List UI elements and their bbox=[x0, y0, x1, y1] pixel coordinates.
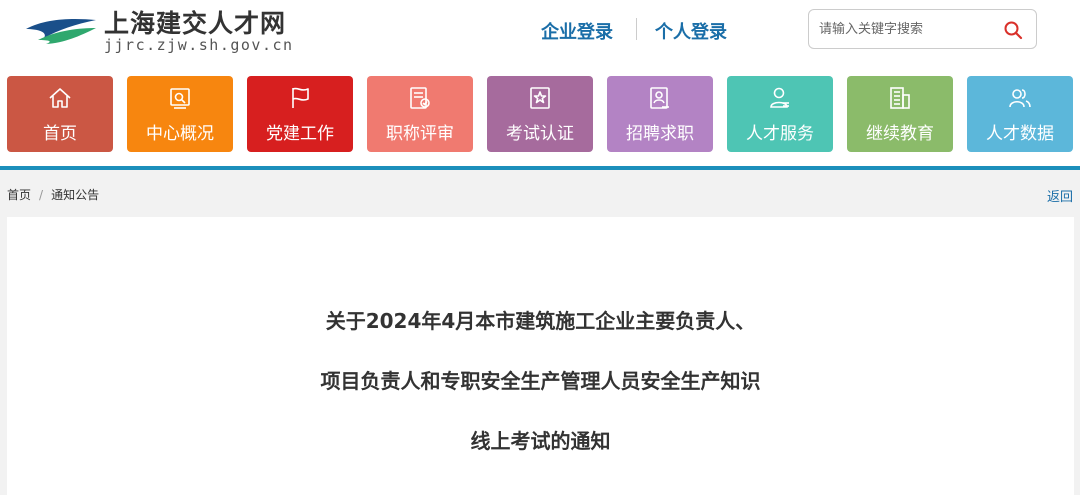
enterprise-login-link[interactable]: 企业登录 bbox=[541, 18, 613, 44]
nav-label: 职称评审 bbox=[386, 124, 454, 144]
nav-label: 首页 bbox=[43, 124, 77, 144]
nav-item-title-review[interactable]: 职称评审 bbox=[367, 76, 473, 152]
overview-icon bbox=[170, 88, 190, 109]
resume-icon bbox=[650, 87, 669, 109]
nav-label: 中心概况 bbox=[146, 124, 214, 144]
nav-item-home[interactable]: 首页 bbox=[7, 76, 113, 152]
logo-icon bbox=[26, 18, 96, 44]
nav-label: 招聘求职 bbox=[626, 124, 694, 144]
nav-label: 继续教育 bbox=[866, 124, 934, 144]
breadcrumb-current[interactable]: 通知公告 bbox=[51, 188, 99, 202]
person-service-icon bbox=[770, 87, 789, 108]
breadcrumb: 首页 / 通知公告 bbox=[7, 186, 99, 203]
article-title-line: 关于2024年4月本市建筑施工企业主要负责人、 bbox=[325, 309, 756, 333]
flag-icon bbox=[292, 87, 309, 108]
home-icon bbox=[49, 88, 71, 108]
nav-label: 人才服务 bbox=[746, 124, 814, 144]
nav-item-exam-certification[interactable]: 考试认证 bbox=[487, 76, 593, 152]
nav-label: 考试认证 bbox=[506, 124, 574, 144]
article-panel: 关于2024年4月本市建筑施工企业主要负责人、 项目负责人和专职安全生产管理人员… bbox=[7, 217, 1074, 495]
nav-label: 人才数据 bbox=[986, 124, 1054, 144]
search-box bbox=[808, 9, 1037, 49]
review-icon bbox=[410, 87, 430, 109]
building-icon bbox=[890, 87, 910, 109]
nav-item-recruitment[interactable]: 招聘求职 bbox=[607, 76, 713, 152]
nav-item-continuing-education[interactable]: 继续教育 bbox=[847, 76, 953, 152]
nav-item-talent-service[interactable]: 人才服务 bbox=[727, 76, 833, 152]
search-icon[interactable] bbox=[1003, 20, 1023, 40]
site-header: 上海建交人才网 jjrc.zjw.sh.gov.cn 企业登录 个人登录 bbox=[0, 0, 1080, 70]
breadcrumb-home-link[interactable]: 首页 bbox=[7, 188, 31, 202]
nav-label: 党建工作 bbox=[266, 124, 334, 144]
breadcrumb-separator: / bbox=[39, 188, 44, 202]
main-nav: 首页 中心概况 党建工作 职称评审 考试认证 招聘求职 人才服务 继续教育 人才… bbox=[0, 76, 1080, 153]
nav-item-overview[interactable]: 中心概况 bbox=[127, 76, 233, 152]
article-title-line: 项目负责人和专职安全生产管理人员安全生产知识 bbox=[320, 369, 761, 393]
nav-item-talent-data[interactable]: 人才数据 bbox=[967, 76, 1073, 152]
back-link[interactable]: 返回 bbox=[1047, 186, 1073, 205]
nav-item-party-building[interactable]: 党建工作 bbox=[247, 76, 353, 152]
login-divider bbox=[636, 18, 637, 40]
users-icon bbox=[1009, 89, 1031, 108]
article-title-line: 线上考试的通知 bbox=[470, 429, 611, 453]
site-url: jjrc.zjw.sh.gov.cn bbox=[104, 36, 294, 54]
site-title: 上海建交人才网 bbox=[104, 9, 287, 38]
search-input[interactable] bbox=[819, 18, 999, 40]
personal-login-link[interactable]: 个人登录 bbox=[655, 18, 727, 44]
certificate-icon bbox=[530, 87, 550, 109]
